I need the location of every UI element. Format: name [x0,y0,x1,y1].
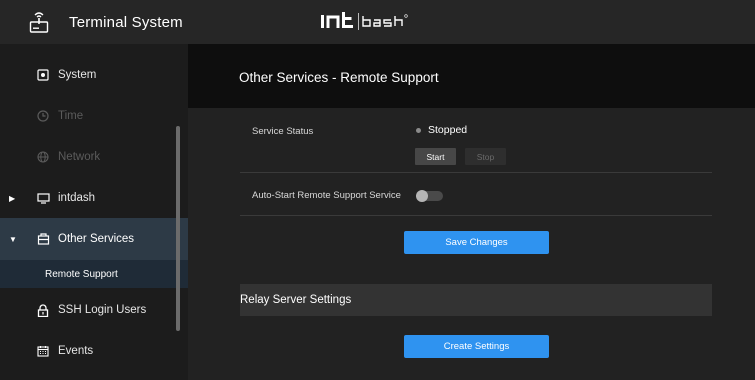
intdash-logo [320,11,440,33]
sidebar-item-label: SSH Login Users [58,304,147,316]
lock-icon [36,303,50,317]
divider [240,172,712,173]
page-header: Other Services - Remote Support [188,44,755,108]
relay-server-section-header: Relay Server Settings [240,284,712,316]
caret-right-icon: ▶ [9,193,16,203]
sidebar-item-time[interactable]: Time [0,95,188,137]
service-status-indicator: Stopped [416,124,467,136]
sidebar-item-network[interactable]: Network [0,136,188,178]
sidebar-item-ssh-login-users[interactable]: SSH Login Users [0,289,188,331]
toggle-knob [416,190,428,202]
sidebar-item-intdash[interactable]: ▶ intdash [0,177,188,219]
sidebar-item-label: System [58,69,97,81]
divider [240,215,712,216]
create-settings-button[interactable]: Create Settings [404,335,549,358]
stop-button[interactable]: Stop [465,148,506,165]
main-panel: Other Services - Remote Support Service … [188,44,755,380]
auto-start-toggle[interactable] [416,190,443,202]
globe-icon [36,150,50,164]
sidebar-scrollbar[interactable] [176,126,180,331]
sidebar-item-system[interactable]: System [0,54,188,96]
top-bar: Terminal System [0,0,755,44]
system-icon [36,68,50,82]
sidebar-item-label: Network [58,151,101,163]
sidebar-item-label: Events [58,345,94,357]
service-status-value: Stopped [428,124,468,136]
sidebar-item-events[interactable]: Events [0,330,188,372]
relay-server-section-title: Relay Server Settings [240,294,352,306]
service-status-label: Service Status [252,126,314,137]
sidebar-subitem-label: Remote Support [45,268,118,280]
terminal-device-icon [0,10,69,34]
page-title: Other Services - Remote Support [239,70,439,85]
display-icon [36,191,50,205]
sidebar-item-other-services[interactable]: ▼ Other Services [0,218,188,260]
save-changes-button[interactable]: Save Changes [404,231,549,254]
sidebar-item-label: intdash [58,192,96,204]
caret-down-icon: ▼ [9,234,17,244]
brand: Terminal System [0,0,188,44]
start-button[interactable]: Start [415,148,456,165]
sidebar-item-label: Time [58,110,84,122]
status-dot-icon [416,127,421,133]
sidebar-item-label: Other Services [58,233,135,245]
services-icon [36,232,50,246]
clock-icon [36,109,50,123]
auto-start-label: Auto-Start Remote Support Service [252,190,401,201]
app-title: Terminal System [69,13,183,31]
sidebar-subitem-remote-support[interactable]: Remote Support [0,260,188,288]
sidebar: System Time Network ▶ intdash ▼ Other Se… [0,44,188,380]
calendar-icon [36,344,50,358]
